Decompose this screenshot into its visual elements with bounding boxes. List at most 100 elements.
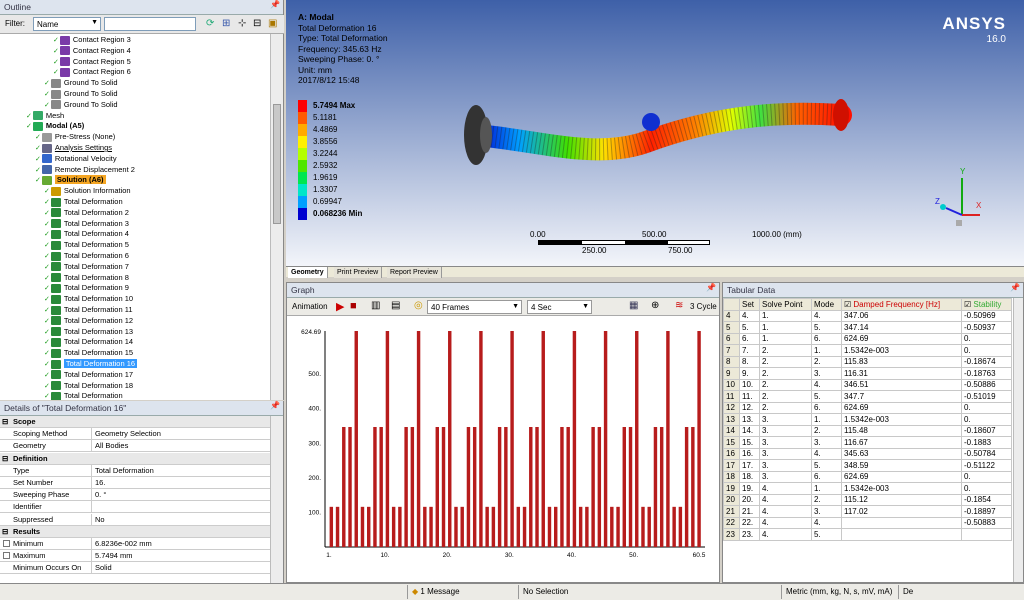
filter-select[interactable]: Name ▼ xyxy=(33,17,101,31)
table-row[interactable]: 14 14. 3. 2. 115.48 -0.18607 xyxy=(723,424,1012,437)
column-header[interactable]: Solve Point xyxy=(759,298,812,311)
column-header[interactable]: ☑ Damped Frequency [Hz] xyxy=(841,298,962,311)
tree-node[interactable]: ✓ Total Deformation 17 xyxy=(44,369,133,380)
table-row[interactable]: 18 18. 3. 6. 624.69 0. xyxy=(723,470,1012,483)
units-status[interactable]: Metric (mm, kg, N, s, mV, mA) xyxy=(781,585,897,599)
scroll-thumb[interactable] xyxy=(273,104,281,224)
property-value[interactable]: No xyxy=(91,513,271,526)
table-row[interactable]: 13 13. 3. 1. 1.5342e-003 0. xyxy=(723,413,1012,426)
tree-node[interactable]: ✓ Contact Region 4 xyxy=(53,45,131,56)
table-row[interactable]: 6 6. 1. 6. 624.69 0. xyxy=(723,332,1012,345)
tab-geometry[interactable]: Geometry xyxy=(288,267,328,278)
property-value[interactable] xyxy=(91,501,271,514)
table-row[interactable]: 21 21. 4. 3. 117.02 -0.18897 xyxy=(723,505,1012,518)
tree-node[interactable]: ✓ Total Deformation 7 xyxy=(44,261,129,272)
tree-node[interactable]: ✓ Total Deformation xyxy=(44,196,123,207)
tree-node[interactable]: ✓ Total Deformation 15 xyxy=(44,347,133,358)
tree-node[interactable]: ✓ Ground To Solid xyxy=(44,99,118,110)
messages-status[interactable]: ◆ 1 Message xyxy=(407,585,517,599)
tree-node[interactable]: ✓ Contact Region 5 xyxy=(53,56,131,67)
export-video-icon[interactable]: ▦ xyxy=(629,300,638,311)
pin-icon[interactable]: 📌 xyxy=(270,401,280,410)
details-section[interactable]: ⊟ Definition xyxy=(0,452,271,465)
collapse-icon[interactable]: ⊟ xyxy=(253,18,261,29)
tree-node[interactable]: ✓ Total Deformation 3 xyxy=(44,218,129,229)
tree-node[interactable]: ✓ Solution Information xyxy=(44,185,131,196)
column-header[interactable]: Set xyxy=(739,298,760,311)
property-value[interactable]: 16. xyxy=(91,477,271,489)
tab-print-preview[interactable]: Print Preview xyxy=(334,267,383,278)
property-value[interactable]: Geometry Selection xyxy=(91,428,271,441)
outline-scrollbar[interactable] xyxy=(270,34,283,400)
pin-icon[interactable]: 📌 xyxy=(270,0,280,9)
tree-node[interactable]: ✓ Rotational Velocity xyxy=(35,153,117,164)
tree-node[interactable]: ✓ Remote Displacement 2 xyxy=(35,164,135,175)
filter-search-input[interactable] xyxy=(104,17,196,31)
property-value[interactable]: 5.7494 mm xyxy=(91,550,271,563)
refresh-icon[interactable]: ⟳ xyxy=(206,18,214,29)
table-row[interactable]: 16 16. 3. 4. 345.63 -0.50784 xyxy=(723,447,1012,460)
tree-node[interactable]: ✓ Total Deformation 9 xyxy=(44,282,129,293)
axis-triad[interactable]: Y Z X xyxy=(916,160,986,230)
zoom-icon[interactable]: ⊕ xyxy=(651,300,659,311)
tree-node[interactable]: ✓ Solution (A6) xyxy=(35,174,106,185)
degrees-status[interactable]: De xyxy=(898,585,1024,599)
table-row[interactable]: 5 5. 1. 5. 347.14 -0.50937 xyxy=(723,321,1012,334)
column-header[interactable] xyxy=(723,298,740,311)
tree-node[interactable]: ✓ Total Deformation 6 xyxy=(44,250,129,261)
parameter-checkbox[interactable] xyxy=(3,540,10,547)
table-row[interactable]: 20 20. 4. 2. 115.12 -0.1854 xyxy=(723,493,1012,506)
tree-node[interactable]: ✓ Total Deformation 16 xyxy=(44,358,138,369)
property-value[interactable]: 0. ° xyxy=(91,489,271,502)
property-value[interactable]: Total Deformation xyxy=(91,464,271,477)
lightbulb-icon[interactable]: ◎ xyxy=(414,300,423,311)
column-header[interactable]: Mode xyxy=(811,298,842,311)
tree-node[interactable]: ✓ Mesh xyxy=(26,110,64,121)
tree-node[interactable]: ✓ Total Deformation 14 xyxy=(44,336,133,347)
table-row[interactable]: 11 11. 2. 5. 347.7 -0.51019 xyxy=(723,390,1012,403)
table-row[interactable]: 19 19. 4. 1. 1.5342e-003 0. xyxy=(723,482,1012,495)
tree-node[interactable]: ✓ Pre-Stress (None) xyxy=(35,131,115,142)
tree-node[interactable]: ✓ Total Deformation 2 xyxy=(44,207,129,218)
parameter-checkbox[interactable] xyxy=(3,552,10,560)
property-value[interactable]: 6.8236e-002 mm xyxy=(91,538,271,550)
column-header[interactable]: ☑ Stability xyxy=(961,298,1012,311)
table-row[interactable]: 12 12. 2. 6. 624.69 0. xyxy=(723,401,1012,414)
cycle-icon[interactable]: ≋ xyxy=(675,300,683,311)
table-row[interactable]: 10 10. 2. 4. 346.51 -0.50886 xyxy=(723,378,1012,391)
tree-node[interactable]: ✓ Analysis Settings xyxy=(35,142,112,153)
tree-node[interactable]: ✓ Contact Region 3 xyxy=(53,34,131,45)
table-row[interactable]: 8 8. 2. 2. 115.83 -0.18674 xyxy=(723,355,1012,368)
tree-node[interactable]: ✓ Ground To Solid xyxy=(44,88,118,99)
tabular-scrollbar[interactable] xyxy=(1013,298,1023,582)
table-row[interactable]: 23 23. 4. 5. xyxy=(723,528,1012,541)
details-section[interactable]: ⊟ Scope xyxy=(0,416,271,428)
deformed-shaft-model[interactable] xyxy=(446,80,866,200)
tree-node[interactable]: ✓ Total Deformation 18 xyxy=(44,380,133,391)
tree-node[interactable]: ✓ Total Deformation 4 xyxy=(44,228,129,239)
lock-icon[interactable]: ▣ xyxy=(268,18,277,29)
table-row[interactable]: 7 7. 2. 1. 1.5342e-003 0. xyxy=(723,344,1012,357)
tree-node[interactable]: ✓ Modal (A5) xyxy=(26,120,84,131)
tree-node[interactable]: ✓ Total Deformation xyxy=(44,390,123,400)
tree-node[interactable]: ✓ Ground To Solid xyxy=(44,77,118,88)
tree-node[interactable]: ✓ Total Deformation 8 xyxy=(44,272,129,283)
table-row[interactable]: 22 22. 4. 4. -0.50883 xyxy=(723,516,1012,529)
table-row[interactable]: 4 4. 1. 4. 347.06 -0.50969 xyxy=(723,309,1012,322)
distributed-icon[interactable]: ▤ xyxy=(391,300,400,311)
tree-node[interactable]: ✓ Total Deformation 13 xyxy=(44,326,133,337)
pin-icon[interactable]: 📌 xyxy=(706,283,716,292)
table-row[interactable]: 9 9. 2. 3. 116.31 -0.18763 xyxy=(723,367,1012,380)
tab-report-preview[interactable]: Report Preview xyxy=(387,267,442,278)
frames-icon[interactable]: ▥ xyxy=(371,300,380,311)
pin-icon[interactable]: 📌 xyxy=(1010,283,1020,292)
column-checkbox[interactable]: ☑ xyxy=(844,300,853,309)
collapse-toggle-icon[interactable]: ⊟ xyxy=(2,526,8,538)
collapse-toggle-icon[interactable]: ⊟ xyxy=(2,416,8,428)
geometry-viewport[interactable]: A: Modal Total Deformation 16 Type: Tota… xyxy=(286,0,1024,266)
tree-node[interactable]: ✓ Contact Region 6 xyxy=(53,66,131,77)
details-section[interactable]: ⊟ Results xyxy=(0,525,271,538)
column-checkbox[interactable]: ☑ xyxy=(964,300,973,309)
collapse-toggle-icon[interactable]: ⊟ xyxy=(2,453,8,465)
table-row[interactable]: 17 17. 3. 5. 348.59 -0.51122 xyxy=(723,459,1012,472)
